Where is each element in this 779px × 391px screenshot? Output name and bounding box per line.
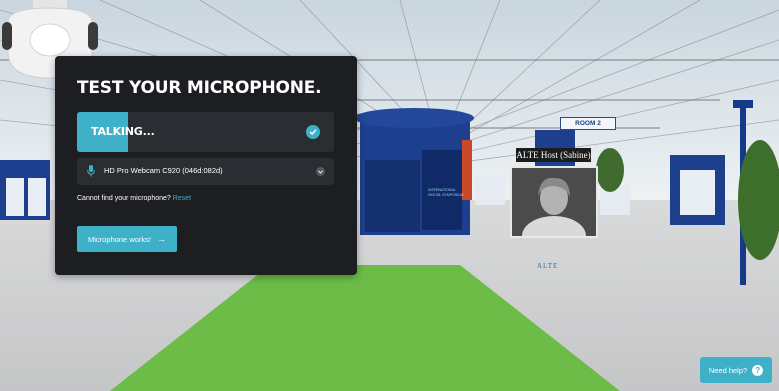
booth-sign-text: INTERNATIONAL DIGITAL SYMPOSIUM	[428, 188, 464, 197]
host-video-feed[interactable]	[510, 166, 598, 238]
check-icon	[306, 125, 320, 139]
help-question: Cannot find your microphone?	[77, 195, 171, 202]
chevron-down-icon	[316, 167, 325, 176]
talking-status-label: TALKING...	[91, 125, 155, 138]
modal-title: TEST YOUR MICROPHONE.	[77, 78, 322, 98]
need-help-label: Need help?	[708, 365, 748, 375]
host-face-image	[512, 168, 596, 236]
microphone-device-select[interactable]: HD Pro Webcam C920 (046d:082d)	[77, 158, 334, 185]
host-name-label: ALTE Host (Sabine)	[516, 148, 591, 162]
microphone-help-text: Cannot find your microphone? Reset	[77, 195, 191, 202]
need-help-button[interactable]: Need help? ?	[700, 357, 772, 383]
robot-brand-logo: ALTE	[537, 262, 559, 270]
microphone-icon	[87, 165, 95, 177]
room-sign: ROOM 2	[560, 117, 616, 130]
microphone-works-label: Microphone works!	[88, 234, 151, 244]
selected-device-label: HD Pro Webcam C920 (046d:082d)	[104, 166, 223, 175]
microphone-test-modal: TEST YOUR MICROPHONE. TALKING... HD Pro …	[55, 56, 357, 275]
question-icon: ?	[752, 364, 764, 376]
reset-link[interactable]: Reset	[173, 195, 191, 202]
microphone-works-button[interactable]: Microphone works! →	[77, 226, 177, 252]
microphone-level-meter: TALKING...	[77, 112, 334, 152]
arrow-right-icon: →	[156, 234, 166, 244]
